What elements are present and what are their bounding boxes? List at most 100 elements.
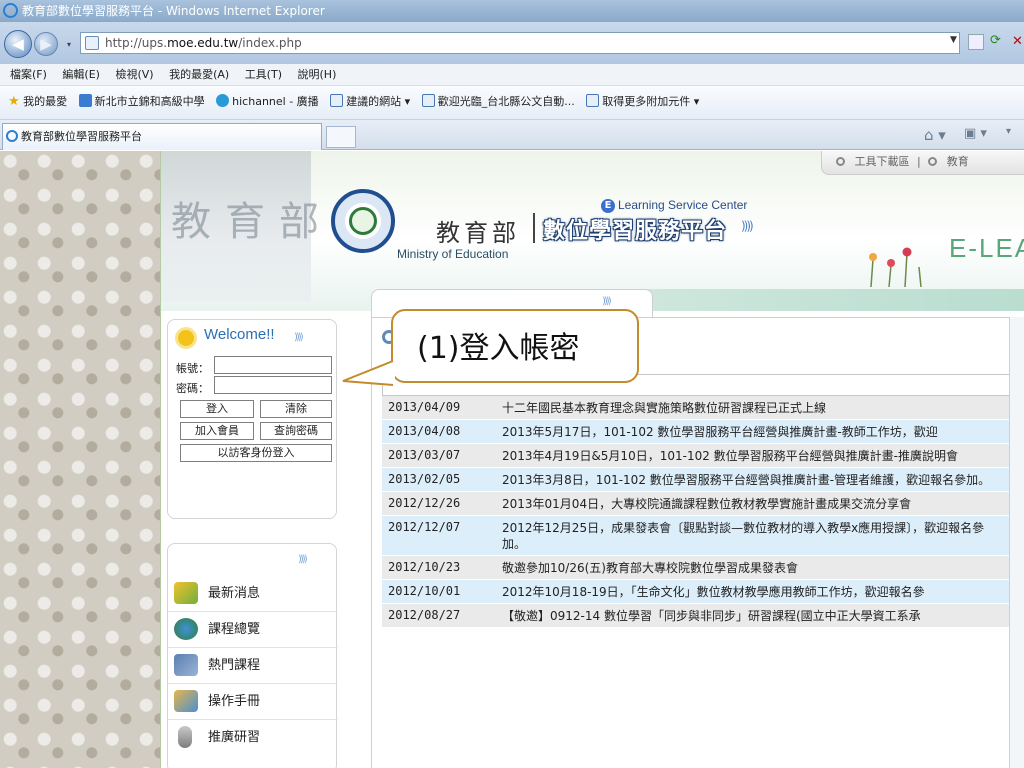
news-row[interactable]: 2012/12/07 2012年12月25日，成果發表會〔觀點對談—數位教材的導… <box>382 516 1012 556</box>
fav-item-addons[interactable]: 取得更多附加元件 ▾ <box>586 86 699 118</box>
bullet-icon <box>928 157 938 166</box>
nav-item-news[interactable]: 最新消息 <box>168 576 338 612</box>
news-title-link[interactable]: 2013年3月8日，101-102 數位學習服務平台經營與推廣計畫-管理者維護，… <box>498 468 998 491</box>
moe-seal-logo[interactable] <box>331 189 395 253</box>
favorites-label: 我的最愛 <box>23 95 68 108</box>
fav-item-suggested[interactable]: 建議的網站 ▾ <box>330 86 410 118</box>
ie-logo-icon <box>6 130 18 142</box>
new-tab-button[interactable] <box>326 126 356 148</box>
sun-icon <box>178 330 194 346</box>
compatibility-view-icon[interactable] <box>968 34 984 50</box>
tools-download-link[interactable]: 工具下載區 <box>855 155 910 168</box>
fav-item-hichannel[interactable]: hichannel - 廣播 <box>216 86 319 118</box>
ie-page-icon <box>330 94 344 107</box>
nav-item-manual[interactable]: 操作手冊 <box>168 684 338 720</box>
menu-file[interactable]: 檔案(F) <box>10 68 47 81</box>
menu-favorites[interactable]: 我的最愛(A) <box>169 68 229 81</box>
news-date: 2012/10/01 <box>388 584 461 598</box>
news-row[interactable]: 2013/03/07 2013年4月19日&5月10日，101-102 數位學習… <box>382 444 1012 468</box>
news-title-link[interactable]: 2012年10月18-19日，「生命文化」數位教材教學應用教師工作坊，歡迎報名參 <box>498 580 998 603</box>
join-member-button[interactable]: 加入會員 <box>180 422 254 440</box>
elearning-badge-icon: E <box>601 199 615 213</box>
account-label: 帳號： <box>176 362 209 375</box>
flowers-decoration <box>869 247 922 287</box>
more-commands-icon[interactable]: ▾ <box>1006 126 1011 137</box>
nav-item-label: 課程總覽 <box>208 622 261 637</box>
window-title-bar: 教育部數位學習服務平台 - Windows Internet Explorer <box>0 0 1024 22</box>
password-input[interactable] <box>214 376 332 394</box>
news-title-link[interactable]: 2013年4月19日&5月10日，101-102 數位學習服務平台經營與推廣計畫… <box>498 444 998 467</box>
globe-icon <box>216 94 230 107</box>
news-row[interactable]: 2012/08/27 【敬邀】0912-14 數位學習「同步與非同步」研習課程(… <box>382 604 1012 628</box>
news-row[interactable]: 2012/10/01 2012年10月18-19日，「生命文化」數位教材教學應用… <box>382 580 1012 604</box>
address-bar-area: ◀ ▶ ▾ http://ups.moe.edu.tw/index.php ▼ … <box>0 22 1024 64</box>
fav-item-taipei-doc[interactable]: 歡迎光臨_台北縣公文自動... <box>421 86 575 118</box>
globe-icon <box>174 618 198 640</box>
url-dropdown-icon[interactable]: ▼ <box>950 35 957 45</box>
callout-text: (1)登入帳密 <box>417 331 580 366</box>
nav-item-training[interactable]: 推廣研習 <box>168 720 338 756</box>
guest-login-button[interactable]: 以訪客身份登入 <box>180 444 332 462</box>
moe-chinese-name: 教育部 <box>436 219 520 247</box>
nav-item-label: 操作手冊 <box>208 694 261 709</box>
clear-button[interactable]: 清除 <box>260 400 332 418</box>
menu-help[interactable]: 說明(H) <box>298 68 337 81</box>
back-button[interactable]: ◀ <box>4 30 32 58</box>
news-date: 2012/10/23 <box>388 560 461 574</box>
nav-panel: )))) 最新消息 課程總覽 熱門課程 操作手冊 推廣研習 <box>167 543 338 768</box>
page-viewport: 教育部 教育部 數位學習服務平台 )))) Ministry of Educat… <box>0 151 1024 768</box>
login-button[interactable]: 登入 <box>180 400 254 418</box>
menu-view[interactable]: 檢視(V) <box>115 68 153 81</box>
feeds-icon[interactable]: ▣ ▾ <box>964 126 987 141</box>
title-divider <box>533 213 535 243</box>
seal-inner-icon <box>349 207 377 235</box>
megaphone-icon <box>174 582 198 604</box>
nav-item-courses[interactable]: 課程總覽 <box>168 612 338 648</box>
elearning-banner-text: E-LEA <box>949 233 1024 263</box>
news-title-link[interactable]: 2013年5月17日，101-102 數位學習服務平台經營與推廣計畫-教師工作坊… <box>498 420 998 443</box>
news-row[interactable]: 2013/04/09 十二年國民基本教育理念與實施策略數位研習課程已正式上線 <box>382 396 1012 420</box>
nav-item-label: 熱門課程 <box>208 658 261 673</box>
favorites-star-icon: ★ <box>8 94 20 109</box>
url-input[interactable]: http://ups.moe.edu.tw/index.php <box>80 32 960 54</box>
news-date: 2013/04/09 <box>388 400 461 414</box>
login-panel: Welcome!! )))) 帳號： 密碼： 登入 清除 加入會員 查詢密碼 以… <box>167 319 337 519</box>
site-content: 教育部 教育部 數位學習服務平台 )))) Ministry of Educat… <box>160 151 1024 768</box>
forward-button[interactable]: ▶ <box>34 32 58 56</box>
url-path: /index.php <box>238 36 302 50</box>
microphone-icon <box>178 726 192 748</box>
nav-item-hot-courses[interactable]: 熱門課程 <box>168 648 338 684</box>
home-icon[interactable]: ⌂ ▾ <box>924 126 946 144</box>
news-title-link[interactable]: 十二年國民基本教育理念與實施策略數位研習課程已正式上線 <box>498 396 998 419</box>
news-row[interactable]: 2012/10/23 敬邀參加10/26(五)教育部大專校院數位學習成果發表會 <box>382 556 1012 580</box>
news-row[interactable]: 2013/04/08 2013年5月17日，101-102 數位學習服務平台經營… <box>382 420 1012 444</box>
right-column-edge <box>1009 317 1024 768</box>
news-title-link[interactable]: 2013年01月04日，大專校院通識課程數位教材教學實施計畫成果交流分享會 <box>498 492 998 515</box>
account-input[interactable] <box>214 356 332 374</box>
news-title-link[interactable]: 2012年12月25日，成果發表會〔觀點對談—數位教材的導入教學x應用授課〕，歡… <box>498 516 998 555</box>
folder-icon <box>174 654 198 676</box>
nav-item-label: 推廣研習 <box>208 730 261 745</box>
news-title-link[interactable]: 敬邀參加10/26(五)教育部大專校院數位學習成果發表會 <box>498 556 998 579</box>
news-date: 2012/08/27 <box>388 608 461 622</box>
menu-tools[interactable]: 工具(T) <box>245 68 282 81</box>
refresh-icon[interactable]: ⟳ <box>990 34 1006 50</box>
welcome-arrows-icon: )))) <box>294 332 304 343</box>
query-password-button[interactable]: 查詢密碼 <box>260 422 332 440</box>
tab-moe-platform[interactable]: 教育部數位學習服務平台 <box>2 123 322 150</box>
bullet-icon <box>836 157 845 166</box>
news-row[interactable]: 2012/12/26 2013年01月04日，大專校院通識課程數位教材教學實施計… <box>382 492 1012 516</box>
news-row[interactable]: 2013/02/05 2013年3月8日，101-102 數位學習服務平台經營與… <box>382 468 1012 492</box>
news-date: 2013/03/07 <box>388 448 461 462</box>
book-icon <box>174 690 198 712</box>
favorites-button[interactable]: ★ 我的最愛 <box>8 86 67 118</box>
fav-item-jinhe[interactable]: 新北市立錦和高級中學 <box>78 86 205 118</box>
fav-item-label: hichannel - 廣播 <box>232 95 319 108</box>
news-title-link[interactable]: 【敬邀】0912-14 數位學習「同步與非同步」研習課程(國立中正大學資工系承 <box>498 604 998 627</box>
edu-link[interactable]: 教育 <box>947 155 969 168</box>
stop-icon[interactable]: ✕ <box>1012 34 1023 49</box>
site-banner: 教育部 教育部 數位學習服務平台 )))) Ministry of Educat… <box>161 151 1024 311</box>
menu-edit[interactable]: 編輯(E) <box>62 68 100 81</box>
history-dropdown-icon[interactable]: ▾ <box>63 39 75 51</box>
fav-item-label: 歡迎光臨_台北縣公文自動... <box>437 95 575 108</box>
